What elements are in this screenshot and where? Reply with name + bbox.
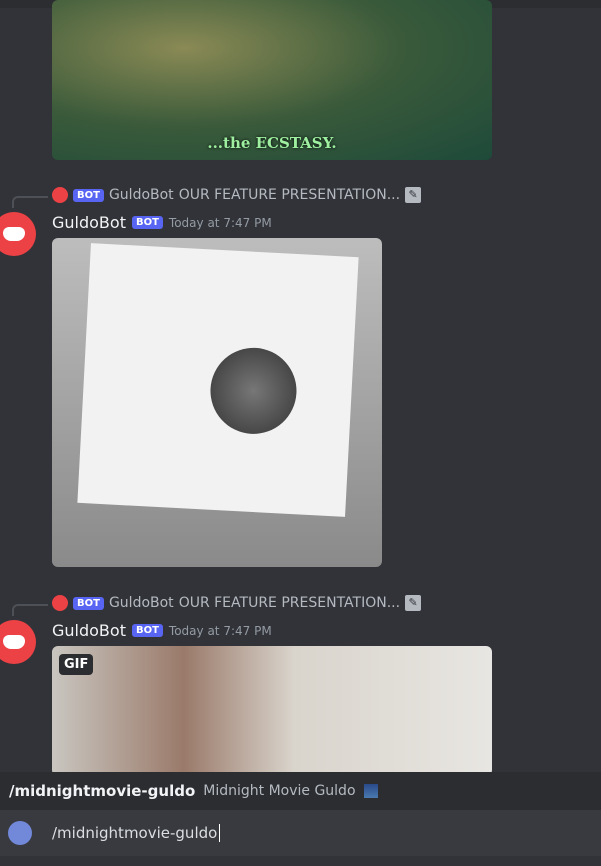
bot-badge: BOT (73, 596, 104, 610)
reply-text: OUR FEATURE PRESENTATION... (178, 595, 401, 611)
timestamp: Today at 7:47 PM (168, 215, 272, 230)
timestamp: Today at 7:47 PM (168, 623, 272, 638)
command-autocomplete-item[interactable]: /midnightmovie-guldo Midnight Movie Guld… (0, 772, 601, 810)
reply-preview[interactable]: BOT GuldoBot OUR FEATURE PRESENTATION...… (52, 187, 422, 203)
reply-preview[interactable]: BOT GuldoBot OUR FEATURE PRESENTATION...… (52, 595, 422, 611)
reply-avatar-icon (52, 187, 68, 203)
message-input[interactable]: /midnightmovie-guldo (0, 810, 601, 856)
record-sleeve (77, 243, 359, 517)
edit-icon: ✎ (405, 595, 422, 611)
message-header: GuldoBot BOT Today at 7:47 PM (52, 213, 272, 232)
reply-text: OUR FEATURE PRESENTATION... (178, 187, 401, 203)
discord-logo-icon (3, 635, 25, 649)
message-header: GuldoBot BOT Today at 7:47 PM (52, 621, 272, 640)
author-name[interactable]: GuldoBot (52, 621, 126, 640)
reply-avatar-icon (52, 595, 68, 611)
command-description: Midnight Movie Guldo (203, 783, 356, 799)
message-input-text[interactable]: /midnightmovie-guldo (52, 824, 221, 842)
avatar[interactable] (0, 212, 36, 256)
discord-logo-icon (3, 227, 25, 241)
reply-author: GuldoBot (108, 187, 174, 203)
app-icon (8, 821, 32, 845)
image-caption: ...the ECSTASY. (207, 134, 337, 152)
gif-badge: GIF (59, 654, 94, 675)
message-image[interactable] (52, 238, 382, 567)
reply-author: GuldoBot (108, 595, 174, 611)
message-gif[interactable]: GIF (52, 646, 492, 776)
edit-icon: ✎ (405, 187, 422, 203)
sleeve-hole (208, 345, 299, 437)
bot-badge: BOT (73, 188, 104, 202)
bot-badge: BOT (131, 624, 163, 637)
avatar[interactable] (0, 620, 36, 664)
command-name: /midnightmovie-guldo (9, 782, 196, 800)
bottom-padding (0, 856, 601, 866)
author-name[interactable]: GuldoBot (52, 213, 126, 232)
bot-badge: BOT (131, 216, 163, 229)
starry-night-emoji-icon (363, 784, 378, 798)
reply-spine (12, 604, 48, 616)
message-image[interactable]: ...the ECSTASY. (52, 0, 492, 160)
reply-spine (12, 196, 48, 208)
